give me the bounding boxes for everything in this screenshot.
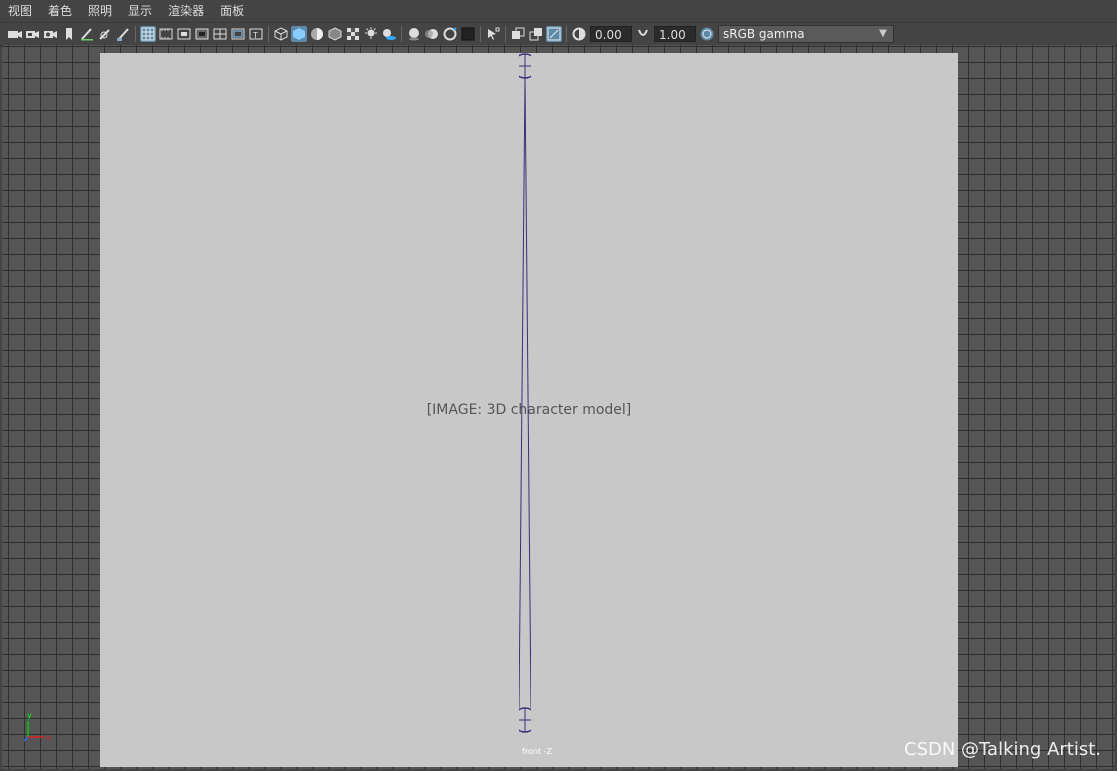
chevron-down-icon: ▼ — [879, 28, 887, 39]
pen-icon[interactable] — [79, 26, 95, 42]
bookmark-icon[interactable] — [61, 26, 77, 42]
backface-icon[interactable] — [546, 26, 562, 42]
shade-default-icon[interactable] — [309, 26, 325, 42]
camera-icon[interactable] — [7, 26, 23, 42]
svg-text:T: T — [252, 31, 258, 40]
screen-space-ao-icon[interactable] — [406, 26, 422, 42]
toolbar-separator — [480, 26, 481, 42]
toolbar-separator — [505, 26, 506, 42]
toolbar-separator — [566, 26, 567, 42]
exposure-field[interactable]: 0.00 — [590, 26, 632, 42]
menu-show[interactable]: 显示 — [120, 0, 160, 22]
toolbar-separator — [135, 26, 136, 42]
maya-viewport-window: 视图 着色 照明 显示 渲染器 面板 T 0.00 1.00 sRGB gamm… — [0, 0, 1117, 771]
brush-icon[interactable] — [115, 26, 131, 42]
grid-toggle-icon[interactable] — [140, 26, 156, 42]
menu-shading[interactable]: 着色 — [40, 0, 80, 22]
smooth-shade-icon[interactable] — [291, 26, 307, 42]
toolbar-separator — [268, 26, 269, 42]
wireframe-icon[interactable] — [273, 26, 289, 42]
3d-viewport[interactable]: [IMAGE: 3D character model] y x front -Z… — [2, 45, 1115, 769]
safe-title-icon[interactable]: T — [248, 26, 264, 42]
grid-snap-icon[interactable] — [97, 26, 113, 42]
camera-attributes-icon[interactable] — [25, 26, 41, 42]
gate-mask-icon[interactable] — [194, 26, 210, 42]
depth-of-field-icon[interactable] — [460, 26, 476, 42]
menu-renderer[interactable]: 渲染器 — [160, 0, 212, 22]
lights-icon[interactable] — [363, 26, 379, 42]
gamma-icon[interactable] — [635, 26, 651, 42]
exposure-icon[interactable] — [571, 26, 587, 42]
toolbar-separator — [401, 26, 402, 42]
wireframe-on-shaded-icon[interactable] — [327, 26, 343, 42]
safe-action-icon[interactable] — [230, 26, 246, 42]
color-space-value: sRGB gamma — [723, 27, 805, 41]
resolution-gate-icon[interactable] — [176, 26, 192, 42]
axis-y-label: y — [27, 711, 32, 720]
watermark: CSDN @Talking Artist. — [904, 739, 1101, 760]
menu-panels[interactable]: 面板 — [212, 0, 252, 22]
camera-bookmark-icon[interactable] — [43, 26, 59, 42]
motion-blur-icon[interactable] — [424, 26, 440, 42]
film-gate-icon[interactable] — [158, 26, 174, 42]
shadows-icon[interactable] — [381, 26, 397, 42]
menu-lighting[interactable]: 照明 — [80, 0, 120, 22]
isolate-select-icon[interactable] — [485, 26, 501, 42]
field-chart-icon[interactable] — [212, 26, 228, 42]
panel-menubar: 视图 着色 照明 显示 渲染器 面板 — [0, 0, 1117, 22]
gamma-field[interactable]: 1.00 — [654, 26, 696, 42]
panel-toolbar: T 0.00 1.00 sRGB gamma ▼ — [0, 22, 1117, 46]
xray-icon[interactable] — [345, 26, 361, 42]
camera-label: front -Z — [522, 747, 552, 756]
xray-active-icon[interactable] — [528, 26, 544, 42]
color-management-icon[interactable] — [699, 26, 715, 42]
axis-gizmo: y x — [22, 711, 51, 743]
axis-x-label: x — [46, 733, 51, 742]
xray-joints-icon[interactable] — [510, 26, 526, 42]
spine-joint-chain[interactable] — [519, 53, 531, 733]
menu-view[interactable]: 视图 — [0, 0, 40, 22]
anti-alias-icon[interactable] — [442, 26, 458, 42]
color-space-select[interactable]: sRGB gamma ▼ — [718, 25, 894, 43]
